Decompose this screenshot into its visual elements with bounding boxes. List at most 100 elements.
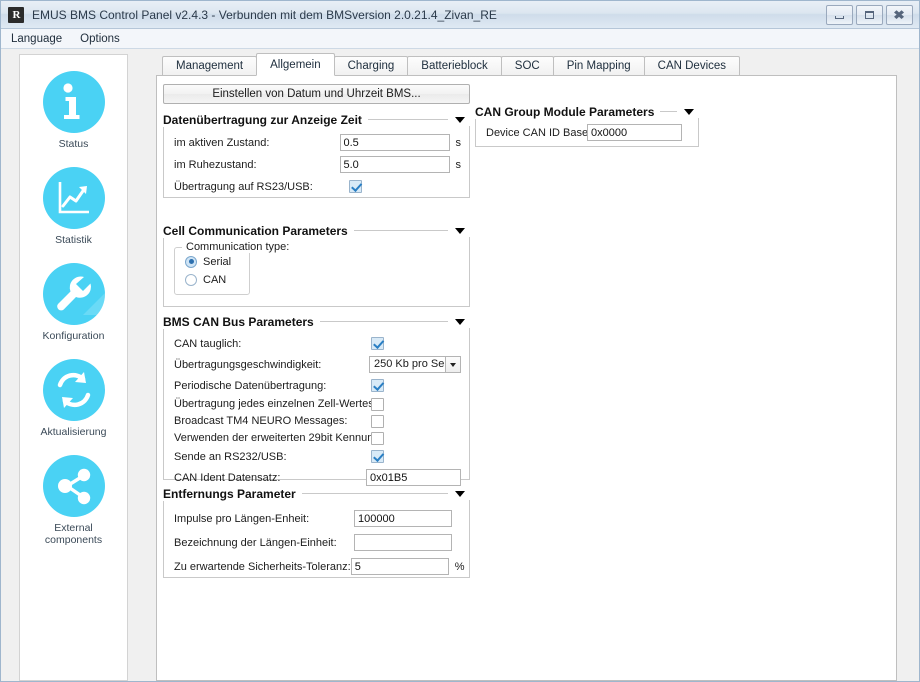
group-rule	[319, 321, 448, 322]
chevron-down-icon[interactable]	[684, 108, 694, 115]
row-label: Periodische Datenübertragung:	[174, 379, 327, 392]
sidebar-item-aktualisierung[interactable]: Aktualisierung	[20, 359, 127, 438]
info-icon	[42, 71, 105, 133]
group-title: Datenübertragung zur Anzeige Zeit	[163, 112, 368, 127]
share-nodes-icon	[42, 455, 105, 518]
group-cell-communication: Cell Communication Parameters Communicat…	[163, 223, 470, 307]
row-transfer-rs23-usb: Übertragung auf RS23/USB:	[174, 176, 461, 197]
idle-state-input[interactable]	[339, 156, 450, 173]
periodic-transfer-checkbox[interactable]	[371, 379, 384, 392]
group-body: im aktiven Zustand: s im Ruhezustand: s …	[163, 126, 470, 198]
can-enabled-checkbox[interactable]	[371, 337, 384, 350]
row-idle-state: im Ruhezustand: s	[174, 154, 461, 175]
row-label: im aktiven Zustand:	[174, 136, 270, 149]
row-single-cell-value: Übertragung jedes einzelnen Zell-Wertes:	[174, 396, 461, 412]
group-rule	[660, 111, 677, 112]
sidebar-item-label: External components	[44, 522, 103, 547]
pulses-per-length-input[interactable]	[354, 510, 452, 527]
row-label: Übertragung auf RS23/USB:	[174, 180, 313, 193]
sidebar-item-label: Status	[58, 138, 89, 150]
sidebar-item-konfiguration[interactable]: Konfiguration	[20, 263, 127, 342]
row-label: Übertragung jedes einzelnen Zell-Wertes:	[174, 398, 377, 410]
single-cell-value-checkbox[interactable]	[371, 397, 384, 411]
radio-can[interactable]	[185, 273, 197, 286]
row-pulses-per-length-unit: Impulse pro Längen-Enheit:	[174, 507, 461, 530]
radio-label: Serial	[203, 255, 232, 268]
row-can-ident: CAN Ident Datensatz:	[174, 467, 461, 488]
row-unit: s	[455, 158, 462, 171]
row-transfer-speed: Übertragungsgeschwindigkeit: 250 Kb pro …	[174, 354, 461, 375]
app-logo-icon: R	[8, 6, 24, 23]
close-button[interactable]: ✖	[886, 5, 913, 25]
sidebar-item-label: Statistik	[55, 234, 92, 247]
radio-label: CAN	[203, 273, 227, 286]
radio-row-can[interactable]: CAN	[185, 272, 231, 287]
chevron-down-icon[interactable]	[455, 116, 465, 123]
row-send-rs232-usb: Sende an RS232/USB:	[174, 447, 461, 466]
chevron-down-icon[interactable]	[445, 356, 461, 373]
row-29bit-id: Verwenden der erweiterten 29bit Kennung:	[174, 430, 461, 446]
group-can-group-module: CAN Group Module Parameters Device CAN I…	[475, 104, 699, 147]
row-label: Sende an RS232/USB:	[174, 450, 287, 463]
minimize-button[interactable]	[826, 5, 853, 25]
tab-can-devices[interactable]: CAN Devices	[643, 56, 741, 76]
group-title: BMS CAN Bus Parameters	[163, 314, 320, 329]
menu-item-options[interactable]: Options	[80, 31, 128, 47]
window-title: EMUS BMS Control Panel v2.4.3 - Verbunde…	[32, 7, 497, 22]
can-ident-input[interactable]	[366, 469, 461, 486]
sidebar: Status Statistik Konfiguration Aktualisi…	[19, 54, 128, 681]
row-label: Device CAN ID Base:	[486, 126, 592, 139]
set-datetime-button[interactable]: Einstellen von Datum und Uhrzeit BMS...	[163, 84, 470, 104]
extended-29bit-checkbox[interactable]	[371, 431, 384, 445]
communication-type-legend: Communication type:	[182, 241, 294, 253]
group-body: CAN tauglich: Übertragungsgeschwindigkei…	[163, 328, 470, 486]
device-can-id-base-input[interactable]	[587, 124, 682, 141]
tab-content-allgemein: Einstellen von Datum und Uhrzeit BMS... …	[156, 75, 897, 681]
group-body: Impulse pro Längen-Enheit: Bezeichnung d…	[163, 500, 470, 578]
tab-batterieblock[interactable]: Batterieblock	[407, 56, 502, 76]
send-rs232-usb-checkbox[interactable]	[371, 450, 384, 463]
communication-type-fieldset: Communication type: Serial CAN	[174, 241, 294, 295]
close-icon: ✖	[893, 8, 906, 22]
active-state-input[interactable]	[339, 134, 450, 151]
main-panel: Management Allgemein Charging Batteriebl…	[156, 53, 897, 681]
transfer-rs23-usb-checkbox[interactable]	[349, 180, 362, 193]
group-body: Device CAN ID Base:	[475, 118, 699, 147]
maximize-button[interactable]	[856, 5, 883, 25]
row-label: Impulse pro Längen-Enheit:	[174, 512, 310, 525]
group-header[interactable]: Entfernungs Parameter	[163, 486, 470, 501]
group-body: Communication type: Serial CAN	[163, 237, 470, 307]
radio-serial[interactable]	[185, 255, 197, 268]
tab-allgemein[interactable]: Allgemein	[256, 53, 335, 76]
menu-item-language[interactable]: Language	[11, 31, 70, 47]
group-rule	[301, 493, 448, 494]
tab-charging[interactable]: Charging	[333, 56, 409, 76]
safety-tolerance-input[interactable]	[350, 558, 449, 575]
sidebar-item-statistik[interactable]: Statistik	[20, 167, 127, 246]
row-unit: %	[454, 560, 465, 573]
group-header[interactable]: CAN Group Module Parameters	[475, 104, 699, 119]
wrench-icon	[42, 263, 105, 326]
sidebar-item-external-components[interactable]: External components	[20, 455, 127, 546]
group-title: Cell Communication Parameters	[163, 223, 354, 238]
transfer-speed-value: 250 Kb pro Se	[369, 356, 445, 373]
group-header[interactable]: Cell Communication Parameters	[163, 223, 470, 238]
maximize-icon	[865, 11, 874, 19]
group-header[interactable]: Datenübertragung zur Anzeige Zeit	[163, 112, 470, 127]
tab-management[interactable]: Management	[162, 56, 258, 76]
length-unit-name-input[interactable]	[354, 534, 452, 551]
sidebar-item-status[interactable]: Status	[20, 71, 127, 150]
group-header[interactable]: BMS CAN Bus Parameters	[163, 314, 470, 329]
chevron-down-icon[interactable]	[455, 490, 465, 497]
tm4-neuro-checkbox[interactable]	[371, 414, 384, 428]
tab-soc[interactable]: SOC	[500, 56, 554, 76]
chevron-down-icon[interactable]	[455, 318, 465, 325]
row-can-enabled: CAN tauglich:	[174, 334, 461, 353]
transfer-speed-select[interactable]: 250 Kb pro Se	[369, 356, 461, 373]
chevron-down-icon[interactable]	[455, 227, 465, 234]
row-label: Broadcast TM4 NEURO Messages:	[174, 415, 348, 427]
tab-pin-mapping[interactable]: Pin Mapping	[552, 56, 645, 76]
row-tm4-neuro: Broadcast TM4 NEURO Messages:	[174, 413, 461, 429]
radio-row-serial[interactable]: Serial	[185, 254, 231, 269]
row-label: im Ruhezustand:	[174, 158, 257, 171]
